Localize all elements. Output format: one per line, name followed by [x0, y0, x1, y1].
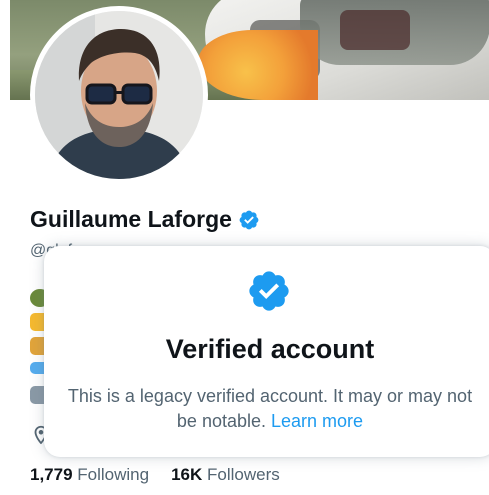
verified-account-popup: Verified account This is a legacy verifi… [44, 246, 489, 457]
popup-title: Verified account [165, 334, 375, 364]
avatar[interactable] [30, 6, 208, 184]
profile-name-row: Guillaume Laforge [30, 206, 260, 233]
following-link[interactable]: 1,779 Following [30, 465, 149, 485]
following-label: Following [77, 465, 150, 484]
following-count: 1,779 [30, 465, 73, 484]
verified-badge-icon[interactable] [238, 209, 260, 231]
popup-description: This is a legacy verified account. It ma… [62, 384, 478, 434]
learn-more-link[interactable]: Learn more [271, 411, 363, 431]
followers-count: 16K [171, 465, 203, 484]
profile-name: Guillaume Laforge [30, 206, 232, 232]
verified-badge-icon [249, 271, 289, 311]
popup-description-text: This is a legacy verified account. It ma… [67, 386, 473, 431]
profile-stats: 1,779 Following 16K Followers [30, 465, 280, 485]
banner-glider-seat [340, 10, 410, 50]
followers-label: Followers [207, 465, 280, 484]
followers-link[interactable]: 16K Followers [171, 465, 280, 485]
avatar-portrait [35, 11, 203, 179]
